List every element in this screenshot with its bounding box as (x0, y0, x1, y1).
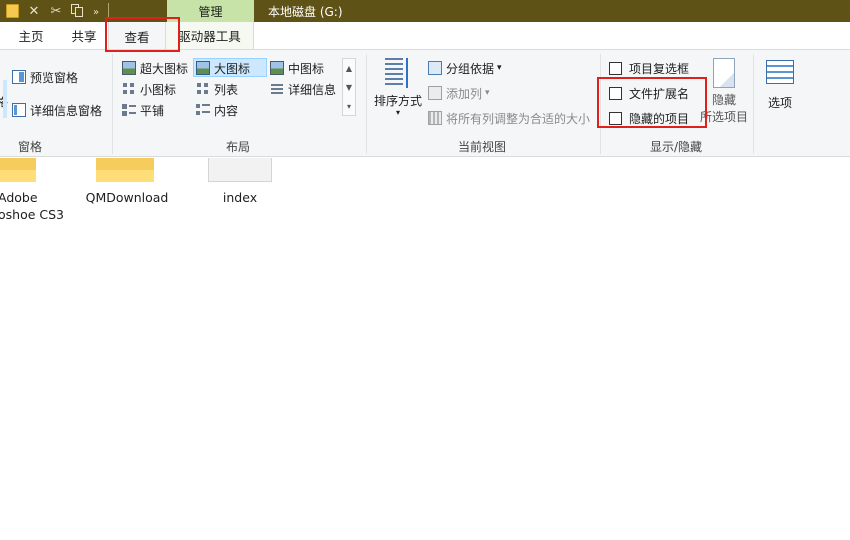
layout-gallery-scroller: ▲ ▼ ▾ (342, 58, 356, 116)
layout-extra-large-icons[interactable]: 超大图标 (122, 58, 188, 78)
size-all-columns-label: 将所有列调整为合适的大小 (446, 111, 591, 126)
size-all-columns-button[interactable]: 将所有列调整为合适的大小 (428, 108, 590, 128)
window-title: 本地磁盘 (G:) (268, 5, 343, 19)
details-view-icon (270, 82, 284, 96)
sort-by-button[interactable]: 排序方式 ▾ (372, 58, 424, 126)
cut-icon[interactable]: ✂ (49, 3, 63, 19)
group-by-caret-icon: ▾ (497, 63, 502, 73)
layout-large-label: 大图标 (214, 61, 251, 76)
group-label-panes: 窗格 (17, 140, 42, 154)
group-separator (366, 54, 367, 154)
layout-extra-large-label: 超大图标 (140, 61, 189, 76)
preview-pane-icon (12, 70, 26, 84)
layout-medium-label: 中图标 (288, 61, 325, 76)
sort-by-label: 排序方式 (373, 94, 422, 108)
layout-medium-icons[interactable]: 中图标 (270, 58, 324, 78)
details-pane-icon (12, 103, 26, 117)
sort-icon (385, 58, 411, 88)
group-label-layout: 布局 (225, 140, 250, 154)
medium-icons-icon (270, 61, 284, 75)
layout-details-label: 详细信息 (288, 82, 337, 97)
size-columns-icon (428, 111, 442, 125)
layout-list[interactable]: 列表 (196, 79, 238, 99)
tiles-view-icon (122, 103, 136, 117)
ribbon: 格 预览窗格 详细信息窗格 窗格 超大图标 大图标 中图标 小图标 列表 详细信… (0, 49, 850, 157)
layout-scroll-down-icon[interactable]: ▼ (343, 78, 355, 97)
quick-access-more-button[interactable]: » (91, 4, 101, 20)
hide-selected-icon (713, 58, 735, 88)
file-list: Adobe oshoe CS3 QMDownload index (0, 158, 850, 540)
layout-large-icons[interactable]: 大图标 (196, 58, 250, 78)
options-label: 选项 (767, 96, 792, 110)
delete-icon[interactable]: ✕ (26, 3, 42, 19)
small-icons-icon (122, 82, 136, 96)
item-checkboxes-checkbox[interactable] (609, 61, 622, 75)
file-item-qmdownload[interactable]: QMDownload (84, 189, 170, 206)
layout-small-icons[interactable]: 小图标 (122, 79, 176, 99)
details-pane-button[interactable]: 详细信息窗格 (12, 100, 102, 120)
add-columns-caret-icon: ▾ (485, 88, 490, 98)
details-pane-label: 详细信息窗格 (30, 103, 103, 118)
add-columns-label: 添加列 (446, 86, 483, 101)
navigation-pane-highlight (3, 80, 7, 118)
group-separator (753, 54, 754, 154)
large-icons-icon (196, 61, 210, 75)
file-item-adobe[interactable]: Adobe oshoe CS3 (0, 189, 64, 223)
folder-icon[interactable] (0, 158, 36, 182)
layout-content[interactable]: 内容 (196, 100, 238, 120)
options-button[interactable]: 选项 (760, 58, 800, 111)
document-icon[interactable] (208, 158, 272, 182)
layout-expand-icon[interactable]: ▾ (343, 97, 355, 116)
options-icon (766, 60, 794, 84)
preview-pane-label: 预览窗格 (30, 70, 79, 85)
group-label-current-view: 当前视图 (457, 140, 506, 154)
group-by-label: 分组依据 (446, 61, 495, 76)
tab-home[interactable]: 主页 (0, 22, 62, 49)
group-by-button[interactable]: 分组依据 ▾ (428, 58, 502, 78)
list-view-icon (196, 82, 210, 96)
group-separator (112, 54, 113, 154)
file-item-name-line1: Adobe (0, 190, 38, 205)
item-checkboxes-label: 项目复选框 (629, 61, 690, 76)
preview-pane-button[interactable]: 预览窗格 (12, 67, 78, 87)
layout-details[interactable]: 详细信息 (270, 79, 336, 99)
layout-small-label: 小图标 (140, 82, 177, 97)
group-by-icon (428, 61, 442, 75)
highlight-box-view-tab (105, 17, 180, 52)
layout-tiles[interactable]: 平铺 (122, 100, 164, 120)
folder-icon[interactable] (5, 3, 19, 19)
context-tab-manage[interactable]: 管理 (167, 0, 254, 22)
item-checkboxes-toggle[interactable]: 项目复选框 (609, 58, 689, 78)
add-columns-button[interactable]: 添加列 ▾ (428, 83, 490, 103)
tab-share[interactable]: 共享 (62, 22, 106, 49)
layout-scroll-up-icon[interactable]: ▲ (343, 59, 355, 78)
content-view-icon (196, 103, 210, 117)
highlight-box-file-extensions (597, 77, 707, 128)
layout-content-label: 内容 (214, 103, 239, 118)
layout-tiles-label: 平铺 (140, 103, 165, 118)
extra-large-icons-icon (122, 61, 136, 75)
sort-caret-icon: ▾ (395, 108, 400, 117)
file-item-index[interactable]: index (208, 189, 272, 206)
layout-list-label: 列表 (214, 82, 239, 97)
folder-icon[interactable] (96, 158, 154, 182)
copy-icon[interactable] (70, 3, 84, 19)
add-columns-icon (428, 86, 442, 100)
file-item-name-line2: oshoe CS3 (0, 207, 65, 222)
group-label-show-hide: 显示/隐藏 (649, 140, 703, 154)
